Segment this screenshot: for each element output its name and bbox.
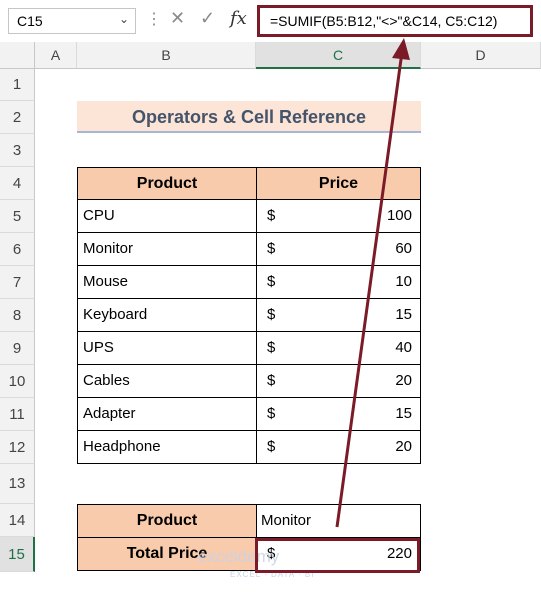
annotation-arrow (335, 38, 410, 528)
arrow-head-icon (392, 38, 410, 60)
